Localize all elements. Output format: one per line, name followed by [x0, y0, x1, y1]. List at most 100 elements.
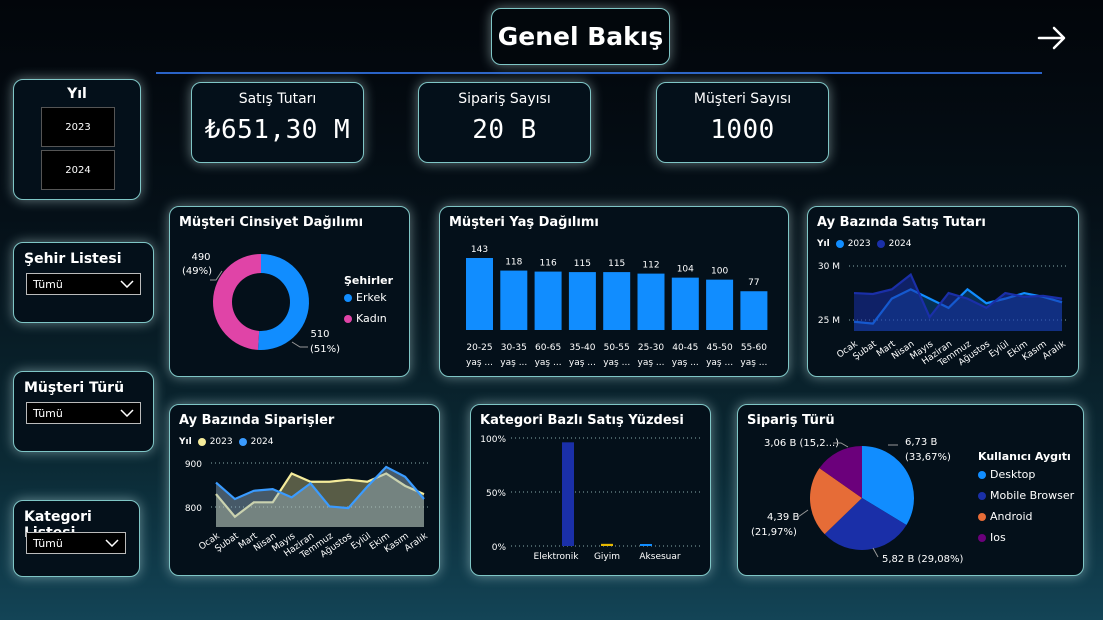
city-dropdown[interactable]: Tümü: [26, 273, 141, 295]
slice-label-android-value: 4,39 B: [767, 512, 799, 523]
legend-dot: [344, 314, 352, 323]
arrow-right-icon[interactable]: [1036, 22, 1068, 54]
kpi-customers-value: 1000: [710, 115, 775, 145]
donut-slice-kadın: [212, 254, 261, 350]
age-bar: [603, 272, 631, 330]
kpi-sales-label: Satış Tutarı: [238, 91, 317, 107]
legend-item-android[interactable]: Android: [978, 510, 1074, 523]
category-bar: [640, 544, 652, 546]
y-tick-label: 0%: [492, 543, 507, 553]
year-option-2023[interactable]: 2023: [41, 107, 115, 147]
monthly-orders-area-chart: 900 800 OcakŞubatMartNisanMayısHaziranTe…: [185, 460, 431, 562]
city-dropdown-value: Tümü: [33, 277, 63, 291]
order-type-legend: Kullanıcı Aygıtı Desktop Mobile Browser …: [978, 450, 1074, 544]
legend-dot: [978, 533, 986, 542]
age-category-label: 45-50: [707, 343, 733, 353]
year-slicer-title: Yıl: [67, 86, 87, 102]
y-tick-label: 25 M: [818, 316, 840, 326]
age-category-label: 25-30: [638, 343, 664, 353]
order-type-legend-title: Kullanıcı Aygıtı: [978, 450, 1071, 463]
slice-label-desktop-value: 6,73 B: [905, 437, 937, 448]
age-bar: [706, 279, 734, 330]
age-bar-value: 112: [642, 261, 659, 271]
leader-line: [797, 509, 809, 518]
customer-type-slicer: Müşteri Türü Tümü: [13, 371, 154, 452]
y-tick-label: 800: [185, 504, 202, 514]
age-bar-value: 115: [608, 259, 625, 269]
legend-item-ios[interactable]: Ios: [978, 531, 1074, 544]
category-bar: [601, 543, 613, 546]
age-category-label: yaş ...: [603, 358, 630, 368]
age-category-label: 20-25: [466, 343, 492, 353]
category-label: Aksesuar: [639, 552, 681, 562]
age-category-label: yaş ...: [638, 358, 665, 368]
age-category-label: yaş ...: [535, 358, 562, 368]
legend-label: Erkek: [356, 291, 387, 304]
gender-label-female-value: 490: [191, 252, 210, 263]
gender-label-male-value: 510: [310, 329, 329, 340]
category-label: Giyim: [594, 552, 620, 562]
age-bar-chart: 143 20-25 yaş ... 118 30-35 yaş ... 116 60-65 ya…: [466, 245, 768, 368]
year-option-2024[interactable]: 2024: [41, 150, 115, 190]
legend-item-mobile-browser[interactable]: Mobile Browser: [978, 489, 1074, 502]
monthly-sales-card: Ay Bazında Satış Tutarı Yıl 2023 2024 30…: [807, 206, 1079, 377]
age-category-label: 30-35: [501, 343, 527, 353]
age-bar: [637, 273, 665, 330]
y-tick-label: 30 M: [818, 262, 840, 272]
page-title: Genel Bakış: [491, 8, 670, 65]
age-category-label: yaş ...: [466, 358, 493, 368]
category-chart-card: Kategori Bazlı Satış Yüzdesi 100% 50% 0%…: [470, 404, 711, 576]
x-tick-label: Eylül: [987, 339, 1011, 360]
customer-type-dropdown[interactable]: Tümü: [26, 402, 141, 424]
age-bar-value: 116: [540, 259, 557, 269]
order-type-card: Sipariş Türü 3,06 B (15,2...) 6,73 B (33…: [737, 404, 1084, 576]
chevron-down-icon: [120, 409, 134, 417]
gender-legend-title: Şehirler: [344, 274, 394, 287]
monthly-sales-area-chart: 30 M 25 M OcakŞubatMartNisanMayısHaziran…: [818, 262, 1068, 370]
customer-type-dropdown-value: Tümü: [33, 406, 63, 420]
age-bar: [500, 270, 528, 330]
category-dropdown[interactable]: Tümü: [26, 532, 126, 554]
age-bar-value: 143: [471, 245, 488, 255]
legend-label: Mobile Browser: [990, 489, 1075, 502]
kpi-customers-card: Müşteri Sayısı 1000: [656, 82, 829, 163]
gender-label-male-pct: (51%): [310, 344, 340, 355]
age-bar-value: 118: [505, 258, 522, 268]
age-category-label: 50-55: [604, 343, 630, 353]
customer-type-slicer-title: Müşteri Türü: [24, 380, 125, 396]
leader-line: [291, 341, 308, 348]
x-tick-label: Eylül: [349, 531, 373, 552]
age-category-label: 40-45: [672, 343, 698, 353]
age-bar-value: 104: [677, 265, 694, 275]
legend-dot: [978, 470, 986, 479]
leader-line: [872, 547, 879, 558]
category-bar-chart: 100% 50% 0% Elektronik Giyim Aksesuar: [480, 435, 703, 562]
gender-legend: Şehirler Erkek Kadın: [344, 274, 393, 325]
legend-label: Kadın: [356, 312, 387, 325]
legend-item-erkek[interactable]: Erkek: [344, 291, 393, 304]
legend-item-kadin[interactable]: Kadın: [344, 312, 393, 325]
slice-label-mobile: 5,82 B (29,08%): [882, 554, 964, 565]
age-category-label: yaş ...: [706, 358, 733, 368]
slice-label-desktop-pct: (33,67%): [905, 452, 951, 463]
legend-dot: [344, 293, 352, 302]
category-bar: [562, 442, 574, 546]
legend-item-desktop[interactable]: Desktop: [978, 468, 1074, 481]
city-slicer: Şehir Listesi Tümü: [13, 242, 154, 323]
age-category-label: yaş ...: [740, 358, 767, 368]
age-bar: [740, 291, 768, 330]
chevron-down-icon: [105, 539, 119, 547]
y-tick-label: 100%: [480, 435, 506, 445]
legend-label: Android: [990, 510, 1033, 523]
year-slicer: Yıl 2023 2024: [13, 79, 141, 200]
legend-label: Ios: [990, 531, 1006, 544]
donut-slice-erkek: [257, 254, 309, 350]
age-category-label: 35-40: [569, 343, 595, 353]
legend-label: Desktop: [990, 468, 1036, 481]
age-bar-value: 100: [711, 267, 728, 277]
chevron-down-icon: [120, 280, 134, 288]
legend-dot: [978, 491, 986, 500]
age-chart-card: Müşteri Yaş Dağılımı 143 20-25 yaş ... 118 3…: [439, 206, 789, 377]
legend-dot: [978, 512, 986, 521]
kpi-customers-label: Müşteri Sayısı: [693, 91, 792, 107]
